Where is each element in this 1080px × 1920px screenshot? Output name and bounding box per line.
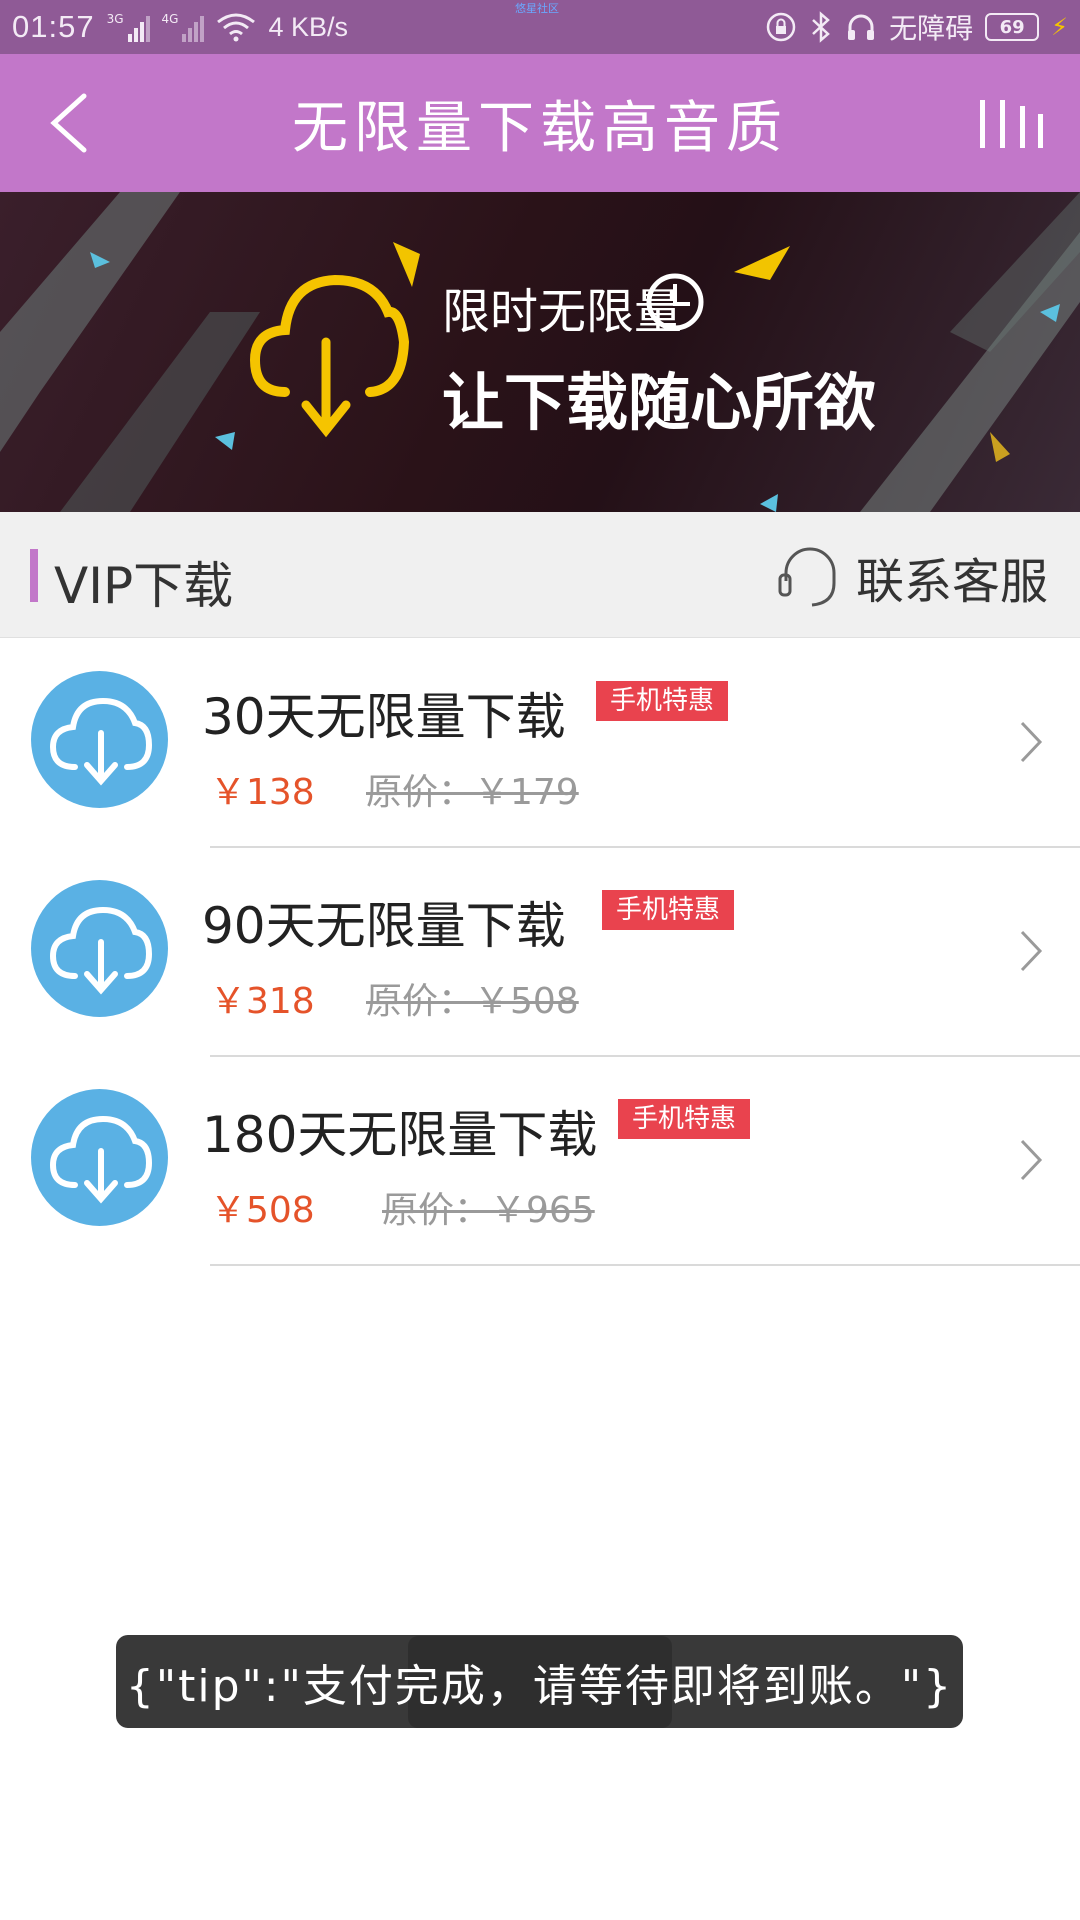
plan-item-90-days[interactable]: 90天无限量下载 手机特惠 ￥318 原价：￥508 [0, 848, 1080, 1057]
headset-icon [778, 547, 836, 607]
rotation-lock-icon [766, 12, 796, 42]
section-title: VIP下载 [54, 557, 234, 615]
signal-3g-icon: 3G [107, 12, 150, 42]
cloud-download-icon [31, 1089, 168, 1226]
promo-badge: 手机特惠 [596, 681, 729, 721]
section-accent-bar [30, 549, 38, 602]
banner-headline: 让下载随心所欲 [442, 366, 877, 439]
status-bar: 01:57 3G 4G 4 KB/s 悠星社区 无障碍 69 ⚡ [0, 0, 1080, 54]
network-speed: 4 KB/s [268, 11, 348, 42]
wifi-icon [217, 13, 256, 42]
plan-price: ￥138 [210, 772, 315, 813]
cloud-download-icon [31, 671, 168, 808]
accessibility-label: 无障碍 [889, 12, 974, 45]
app-header: 无限量下载高音质 [0, 54, 1080, 192]
contact-support-button[interactable]: 联系客服 [776, 542, 1048, 612]
plan-title: 180天无限量下载 [202, 1106, 598, 1164]
chevron-right-icon [1020, 930, 1043, 972]
plan-item-30-days[interactable]: 30天无限量下载 手机特惠 ￥138 原价：￥179 [0, 639, 1080, 848]
chevron-right-icon [1020, 721, 1043, 763]
battery-icon: 69 [985, 13, 1040, 41]
promo-badge: 手机特惠 [618, 1099, 751, 1139]
plan-title: 90天无限量下载 [202, 897, 566, 955]
status-time: 01:57 [12, 9, 95, 44]
chevron-left-icon[interactable] [40, 90, 100, 156]
toast-text: {"tip":"支付完成，请等待即将到账。"} [125, 1660, 954, 1712]
plan-original-price: 原价：￥508 [366, 981, 579, 1022]
bars-icon[interactable] [978, 96, 1046, 152]
bluetooth-icon [812, 11, 830, 43]
promo-banner[interactable]: 限时无限量 让下载随心所欲 [0, 192, 1080, 512]
list-divider [210, 1264, 1080, 1266]
section-header: VIP下载 联系客服 [0, 512, 1080, 638]
cloud-download-icon [31, 880, 168, 1017]
promo-badge: 手机特惠 [602, 890, 735, 930]
headphones-icon [848, 14, 875, 40]
plan-title: 30天无限量下载 [202, 688, 566, 746]
chevron-right-icon [1020, 1139, 1043, 1181]
plan-price: ￥318 [210, 981, 315, 1022]
plan-original-price: 原价：￥179 [366, 772, 579, 813]
signal-4g-icon: 4G [162, 12, 205, 42]
plan-item-180-days[interactable]: 180天无限量下载 手机特惠 ￥508 原价：￥965 [0, 1057, 1080, 1266]
plan-price: ￥508 [210, 1190, 315, 1231]
banner-subtitle: 限时无限量 [442, 284, 683, 340]
status-center-tag: 悠星社区 [515, 2, 559, 15]
toast-message: {"tip":"支付完成，请等待即将到账。"} [116, 1635, 963, 1728]
page-title: 无限量下载高音质 [292, 95, 788, 161]
contact-support-label: 联系客服 [855, 554, 1048, 610]
charging-icon: ⚡ [1051, 13, 1068, 41]
plan-original-price: 原价：￥965 [382, 1190, 595, 1231]
